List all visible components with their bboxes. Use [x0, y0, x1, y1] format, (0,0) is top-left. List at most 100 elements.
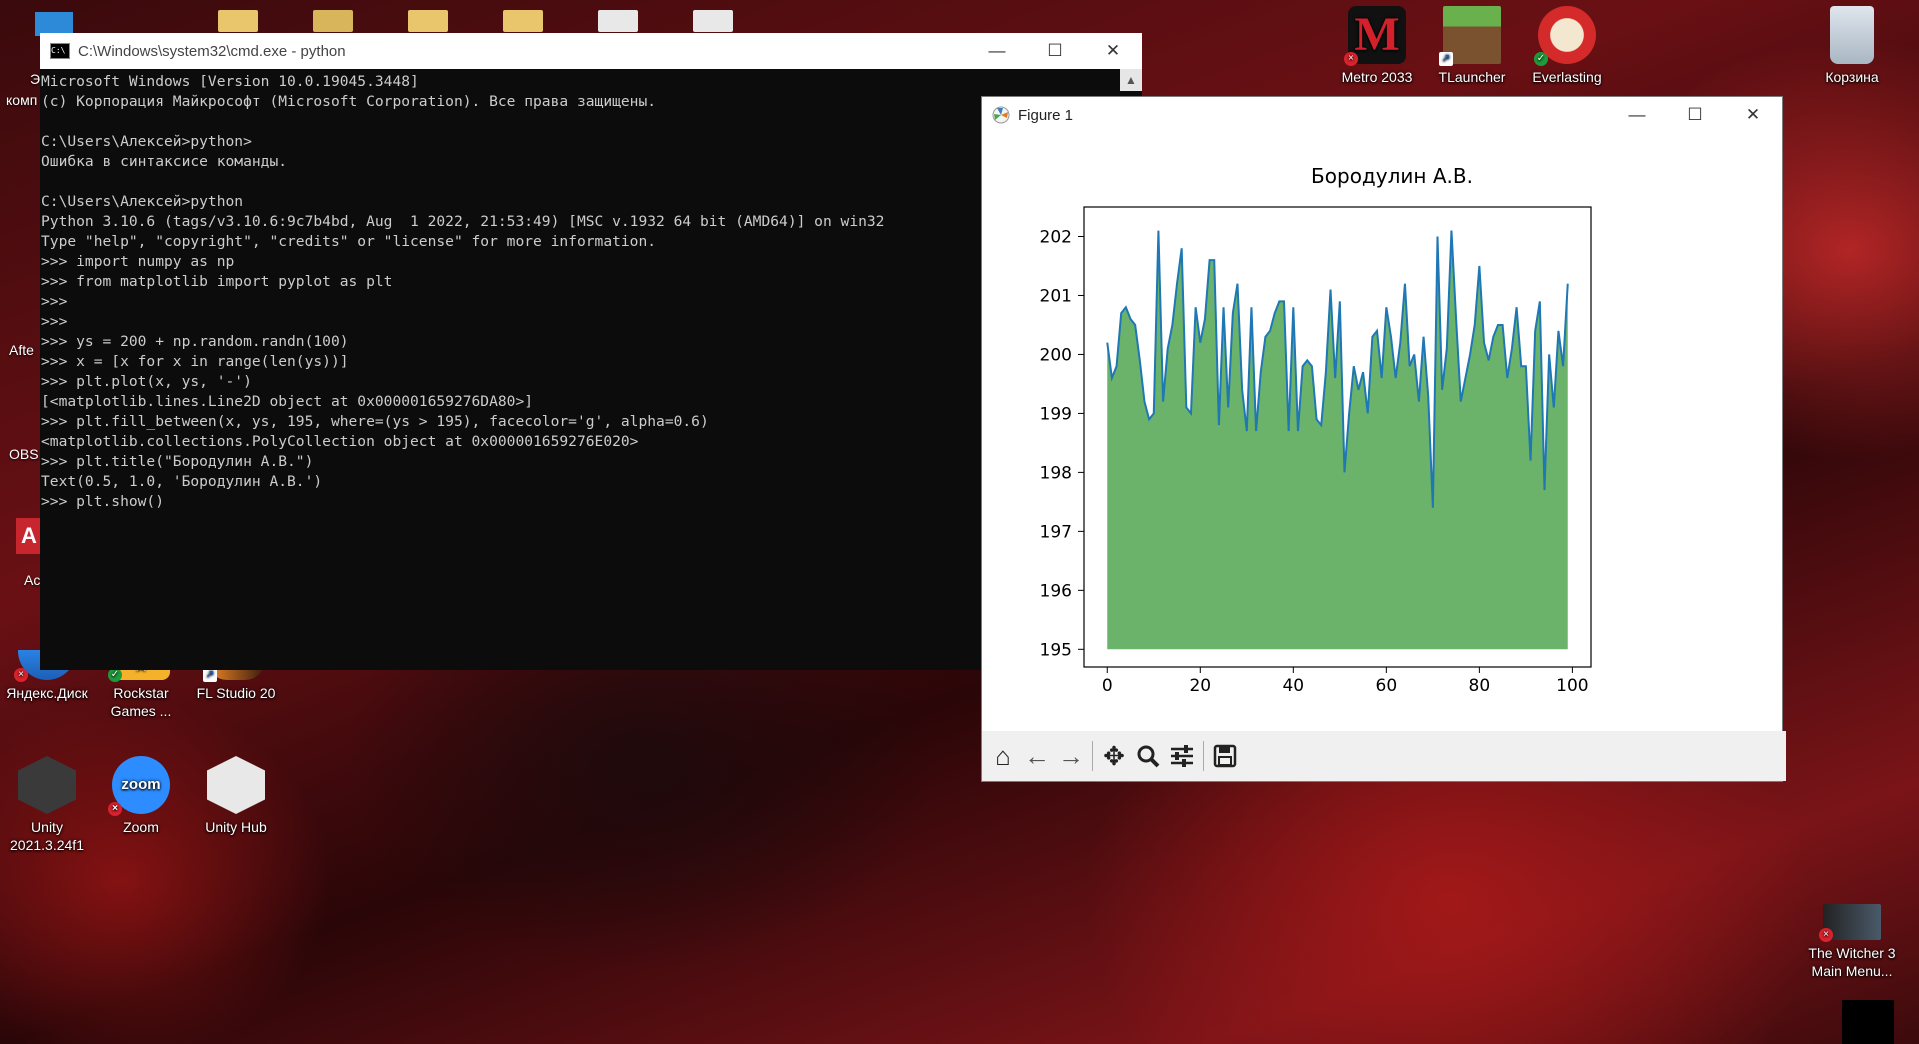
desktop-icon-label: Metro 2033 — [1341, 69, 1413, 85]
console-line: >>> plt.show() — [41, 493, 165, 510]
console-line: >>> plt.title("Бородулин А.В.") — [41, 453, 314, 470]
cmd-titlebar[interactable]: C:\ C:\Windows\system32\cmd.exe - python… — [40, 33, 1142, 69]
plot-canvas[interactable]: Бородулин А.В. 0 20 40 60 80 100 195 196 197 198 1… — [982, 133, 1782, 730]
recycle-bin-icon — [1830, 6, 1874, 64]
desktop-icon-metro[interactable]: M × Metro 2033 — [1330, 6, 1424, 86]
pan-icon[interactable]: ✥ — [1097, 738, 1131, 774]
console-line: >>> — [41, 313, 68, 330]
grass-block-icon: ↗ — [1439, 6, 1501, 66]
error-badge-icon: × — [108, 802, 122, 816]
console-line: >>> ys = 200 + np.random.randn(100) — [41, 333, 349, 350]
folder-icon[interactable] — [503, 10, 543, 32]
configure-icon[interactable] — [1165, 738, 1199, 774]
error-badge-icon: × — [14, 668, 28, 682]
app-icon-partial[interactable]: A — [16, 518, 42, 554]
minimize-button[interactable]: — — [968, 33, 1026, 69]
chart-svg: Бородулин А.В. 0 20 40 60 80 100 195 196 197 198 1… — [1040, 164, 1592, 696]
cmd-window-title: C:\Windows\system32\cmd.exe - python — [78, 42, 346, 60]
cmd-app-icon: C:\ — [50, 43, 70, 59]
close-button[interactable]: ✕ — [1084, 33, 1142, 69]
x-tick-label: 20 — [1189, 676, 1211, 696]
x-tick-label: 0 — [1102, 676, 1113, 696]
video-file-icon: × — [1819, 904, 1881, 942]
desktop-icon-tlauncher[interactable]: ↗ TLauncher — [1425, 6, 1519, 86]
console-line: Ошибка в синтаксисе команды. — [41, 153, 288, 170]
x-tick-label: 100 — [1556, 676, 1588, 696]
desktop-icon-recycle-bin[interactable]: Корзина — [1805, 6, 1899, 86]
desktop-icon-everlasting[interactable]: ✓ Everlasting — [1520, 6, 1614, 86]
folder-icon[interactable] — [408, 10, 448, 32]
desktop-icon-label: The Witcher 3 Main Menu... — [1808, 945, 1896, 979]
desktop-icon-unity[interactable]: Unity 2021.3.24f1 — [0, 756, 94, 854]
console-line: Microsoft Windows [Version 10.0.19045.34… — [41, 73, 419, 90]
desktop-label-partial: комп — [6, 92, 38, 108]
console-line: <matplotlib.collections.PolyCollection o… — [41, 433, 639, 450]
desktop-icon-label: Everlasting — [1532, 69, 1602, 85]
forward-arrow-icon[interactable]: → — [1054, 738, 1088, 774]
desktop-label-partial: Ac — [24, 572, 41, 588]
unity-icon — [18, 756, 76, 814]
desktop-corner-block — [1842, 1000, 1894, 1044]
maximize-button[interactable]: ☐ — [1666, 97, 1724, 133]
figure-titlebar[interactable]: Figure 1 — ☐ ✕ — [982, 97, 1782, 133]
save-icon[interactable] — [1208, 738, 1242, 774]
desktop-icon-label: Rockstar Games ... — [110, 685, 172, 719]
close-button[interactable]: ✕ — [1724, 97, 1782, 133]
toolbar-separator — [1203, 741, 1204, 771]
console-output[interactable]: Microsoft Windows [Version 10.0.19045.34… — [40, 69, 1120, 670]
desktop-icon-unity-hub[interactable]: Unity Hub — [189, 756, 283, 836]
console-line: Type "help", "copyright", "credits" or "… — [41, 233, 657, 250]
console-line: C:\Users\Алексей>python — [41, 193, 244, 210]
console-line: >>> plt.fill_between(x, ys, 195, where=(… — [41, 413, 709, 430]
cmd-window[interactable]: C:\ C:\Windows\system32\cmd.exe - python… — [40, 33, 1142, 670]
scroll-up-icon[interactable]: ▲ — [1120, 69, 1142, 91]
y-tick-label: 198 — [1040, 463, 1072, 483]
console-line: C:\Users\Алексей>python> — [41, 133, 252, 150]
desktop-icon-zoom[interactable]: zoom × Zoom — [94, 756, 188, 836]
desktop-label-partial: OBS — [9, 446, 39, 462]
matplotlib-icon — [992, 106, 1010, 124]
figure-window-title: Figure 1 — [1018, 106, 1074, 124]
console-line: Text(0.5, 1.0, 'Бородулин А.В.') — [41, 473, 323, 490]
folder-icon[interactable] — [218, 10, 258, 32]
file-icon[interactable] — [693, 10, 733, 32]
desktop-label-partial: Afte — [9, 342, 34, 358]
y-tick-label: 196 — [1040, 581, 1072, 601]
x-tick-label: 80 — [1469, 676, 1491, 696]
error-badge-icon: × — [1344, 52, 1358, 66]
console-line: >>> from matplotlib import pyplot as plt — [41, 273, 393, 290]
zoom-icon: zoom × — [108, 756, 170, 816]
red-star-icon: ✓ — [1534, 6, 1596, 66]
console-line: Python 3.10.6 (tags/v3.10.6:9c7b4bd, Aug… — [41, 213, 885, 230]
sync-ok-badge-icon: ✓ — [1534, 52, 1548, 66]
file-icon[interactable] — [598, 10, 638, 32]
zoom-icon[interactable] — [1131, 738, 1165, 774]
metro-icon: M × — [1344, 6, 1406, 66]
toolbar-separator — [1092, 741, 1093, 771]
unity-hub-icon — [207, 756, 265, 814]
figure-toolbar: ⌂ ← → ✥ — [982, 731, 1786, 781]
y-tick-label: 195 — [1040, 640, 1072, 660]
desktop-icon-witcher[interactable]: × The Witcher 3 Main Menu... — [1805, 904, 1899, 980]
y-tick-label: 202 — [1040, 227, 1072, 247]
shortcut-arrow-icon: ↗ — [1439, 52, 1453, 66]
desktop-icon-label: Unity 2021.3.24f1 — [10, 819, 84, 853]
x-tick-label: 60 — [1376, 676, 1398, 696]
maximize-button[interactable]: ☐ — [1026, 33, 1084, 69]
console-line: >>> — [41, 293, 68, 310]
back-arrow-icon[interactable]: ← — [1020, 738, 1054, 774]
console-line: >>> x = [x for x in range(len(ys))] — [41, 353, 349, 370]
minimize-button[interactable]: — — [1608, 97, 1666, 133]
folder-icon[interactable] — [313, 10, 353, 32]
chart-title: Бородулин А.В. — [1311, 164, 1473, 188]
y-tick-label: 200 — [1040, 345, 1072, 365]
y-tick-label: 199 — [1040, 404, 1072, 424]
home-icon[interactable]: ⌂ — [986, 738, 1020, 774]
error-badge-icon: × — [1819, 928, 1833, 942]
desktop-icon-label: Unity Hub — [205, 819, 267, 835]
figure-window[interactable]: Figure 1 — ☐ ✕ Бородулин А.В. 0 20 40 60 80 1… — [981, 96, 1786, 782]
y-tick-label: 197 — [1040, 522, 1072, 542]
console-line: (c) Корпорация Майкрософт (Microsoft Cor… — [41, 93, 657, 110]
